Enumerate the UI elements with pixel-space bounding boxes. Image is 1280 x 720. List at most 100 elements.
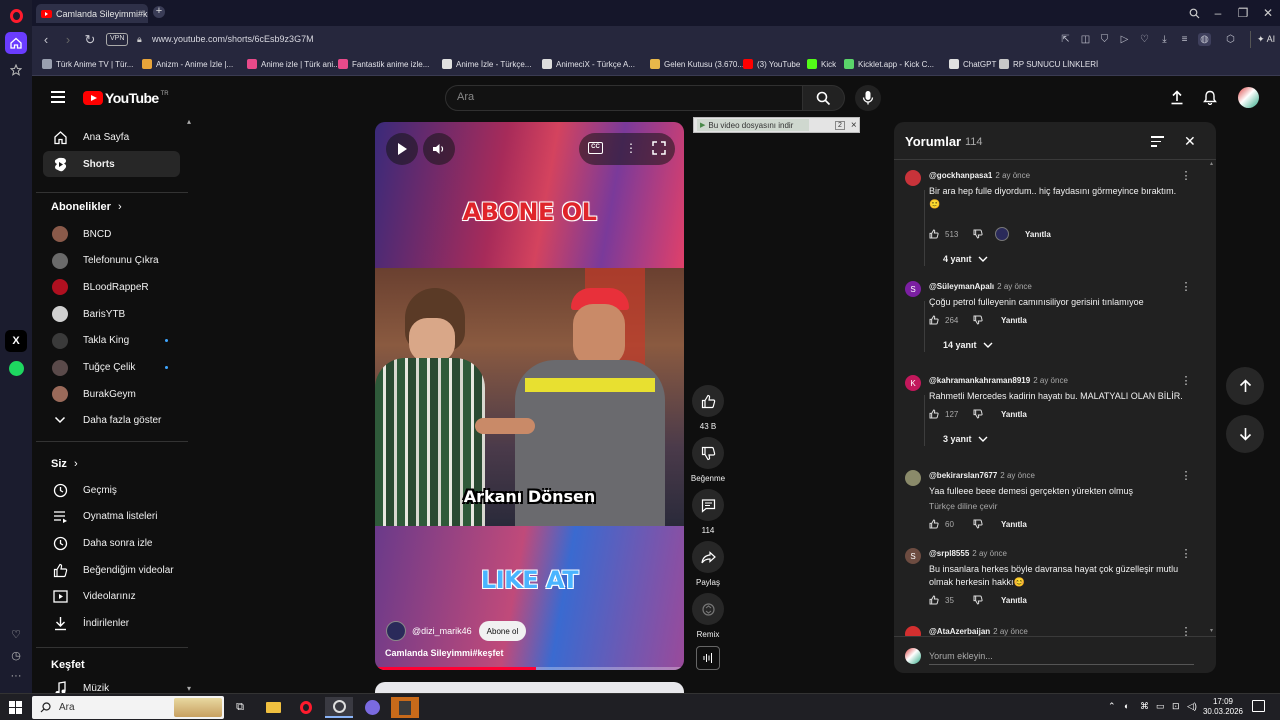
minimize-icon[interactable]: – [1208,4,1228,22]
spotify-icon[interactable] [5,357,27,379]
scroll-down-icon[interactable]: ▾ [187,684,191,693]
subscription-item[interactable]: Tuğçe Çelik [43,355,180,381]
comment-menu-icon[interactable]: ⋮ [1180,469,1192,483]
comment-author[interactable]: @AtaAzerbaijan [929,627,990,636]
volume-button[interactable] [423,133,455,165]
translate-link[interactable]: Türkçe diline çevir [929,501,998,511]
short-player[interactable]: ABONE OL Arkanı Dönsen LIKE AT CC ⋮ @diz… [375,122,684,670]
comment-like-icon[interactable] [929,595,939,605]
voice-search-button[interactable] [855,85,881,111]
youtube-logo[interactable]: YouTube TR [83,90,169,106]
download-close-icon[interactable]: × [851,120,857,131]
subscription-item[interactable]: BNCD [43,221,180,247]
close-window-icon[interactable]: ✕ [1258,4,1278,22]
remix-button[interactable] [692,593,724,625]
heart-icon[interactable]: ♡ [5,623,27,645]
opera-gx-taskbar-icon[interactable] [325,697,353,718]
url-field[interactable]: VPN 🔒︎ www.youtube.com/shorts/6cEsb9z3G7… [106,30,1206,50]
bookmark-item[interactable]: Anime izle | Türk ani... [247,59,340,69]
play-button[interactable] [386,133,418,165]
opera-logo-icon[interactable] [5,5,27,27]
next-short-button[interactable] [1226,415,1264,453]
bookmark-item[interactable]: Kicklet.app - Kick C... [844,59,934,69]
comment-author[interactable]: @gockhanpasa1 [929,171,992,180]
channel-name[interactable]: @dizi_marik46 [412,626,472,636]
profile-icon[interactable]: ◍ [1198,33,1211,46]
comment-time[interactable]: 2 ay önce [995,171,1030,180]
dislike-button[interactable] [692,437,724,469]
comment-dislike-icon[interactable] [973,409,983,419]
comment-avatar[interactable]: K [905,375,921,391]
player-icon[interactable]: ▷ [1118,33,1131,46]
url-text[interactable]: www.youtube.com/shorts/6cEsb9z3G7M [152,34,314,44]
comment-like-icon[interactable] [929,519,939,529]
comments-scroll-down-icon[interactable]: ▾ [1210,627,1213,634]
comment-time[interactable]: 2 ay önce [997,282,1032,291]
guide-item-download[interactable]: İndirilenler [43,611,180,637]
show-more-button[interactable]: Daha fazla göster [43,407,180,433]
reply-button[interactable]: Yanıtla [1001,520,1027,529]
guide-item-shorts[interactable]: Shorts [43,151,180,177]
restore-icon[interactable]: ❐ [1233,4,1253,22]
share-page-icon[interactable]: ⇱ [1059,33,1072,46]
search-input[interactable]: Ara [457,91,474,103]
comment-dislike-icon[interactable] [973,315,983,325]
bookmark-item[interactable]: ChatGPT [949,59,996,69]
vpn-badge[interactable]: VPN [106,33,129,46]
reload-icon[interactable]: ↻ [82,32,98,48]
comments-button[interactable] [692,489,724,521]
comment-author[interactable]: @bekirarslan7677 [929,471,997,480]
comment-menu-icon[interactable]: ⋮ [1180,547,1192,561]
subscription-item[interactable]: BLoodRappeR [43,274,180,300]
comment-dislike-icon[interactable] [973,519,983,529]
bookmark-item[interactable]: Gelen Kutusu (3.670... [650,59,744,69]
home-icon[interactable] [5,32,27,54]
view-replies-button[interactable]: 4 yanıt [943,254,988,264]
taskbar-clock[interactable]: 17:09 30.03.2026 [1200,697,1246,717]
guide-item-your-videos[interactable]: Videolarınız [43,584,180,610]
like-button[interactable] [692,385,724,417]
download-video-button[interactable]: ▶ Bu video dosyasını indir [697,119,809,131]
back-icon[interactable]: ‹ [38,32,54,48]
bookmark-item[interactable]: Anizm - Anime İzle |... [142,59,233,69]
comment-author[interactable]: @SüleymanApalı [929,282,994,291]
search-button[interactable] [803,85,845,111]
share-button[interactable] [692,541,724,573]
comment-author[interactable]: @srpl8555 [929,549,969,558]
subscription-item[interactable]: BurakGeym [43,381,180,407]
subscription-item[interactable]: Takla King [43,328,180,354]
guide-item-watch-later[interactable]: Daha sonra izle [43,530,180,556]
reply-button[interactable]: Yanıtla [1025,230,1051,239]
bookmark-item[interactable]: Türk Anime TV | Tür... [42,59,133,69]
aria-ai-button[interactable]: ✦ AI [1250,31,1275,48]
next-short-preview[interactable] [375,682,684,693]
easy-setup-icon[interactable]: ≡ [1178,33,1191,46]
game-taskbar-icon[interactable] [391,697,419,718]
channel-avatar[interactable] [386,621,406,641]
reply-button[interactable]: Yanıtla [1001,410,1027,419]
reply-button[interactable]: Yanıtla [1001,596,1027,605]
comment-avatar[interactable]: S [905,548,921,564]
comment-like-icon[interactable] [929,229,939,239]
downloads-icon[interactable]: ⤓ [1158,33,1171,46]
comment-dislike-icon[interactable] [973,595,983,605]
comment-dislike-icon[interactable] [973,229,983,239]
comment-avatar[interactable] [905,626,921,636]
comment-menu-icon[interactable]: ⋮ [1180,625,1192,636]
comment-time[interactable]: 2 ay önce [972,549,1007,558]
comment-avatar[interactable]: S [905,281,921,297]
guide-item-playlist[interactable]: Oynatma listeleri [43,504,180,530]
comment-avatar[interactable] [905,470,921,486]
subscribe-button[interactable]: Abone ol [478,621,527,641]
bookmark-item[interactable]: RP SUNUCU LİNKLERİ [999,59,1098,69]
snapshot-icon[interactable]: ◫ [1079,33,1092,46]
tray-usb-icon[interactable]: ⌘ [1140,701,1149,712]
shield-icon[interactable]: ⛉ [1098,33,1111,46]
more-icon[interactable]: ··· [5,665,27,687]
notification-center-icon[interactable] [1252,700,1265,712]
guide-item-music[interactable]: Müzik [43,675,180,693]
taskbar-search[interactable]: Ara [32,696,224,719]
comments-scroll-up-icon[interactable]: ▴ [1210,160,1213,167]
forward-icon[interactable]: › [60,32,76,48]
tray-network-icon[interactable]: ⊡ [1172,701,1180,712]
